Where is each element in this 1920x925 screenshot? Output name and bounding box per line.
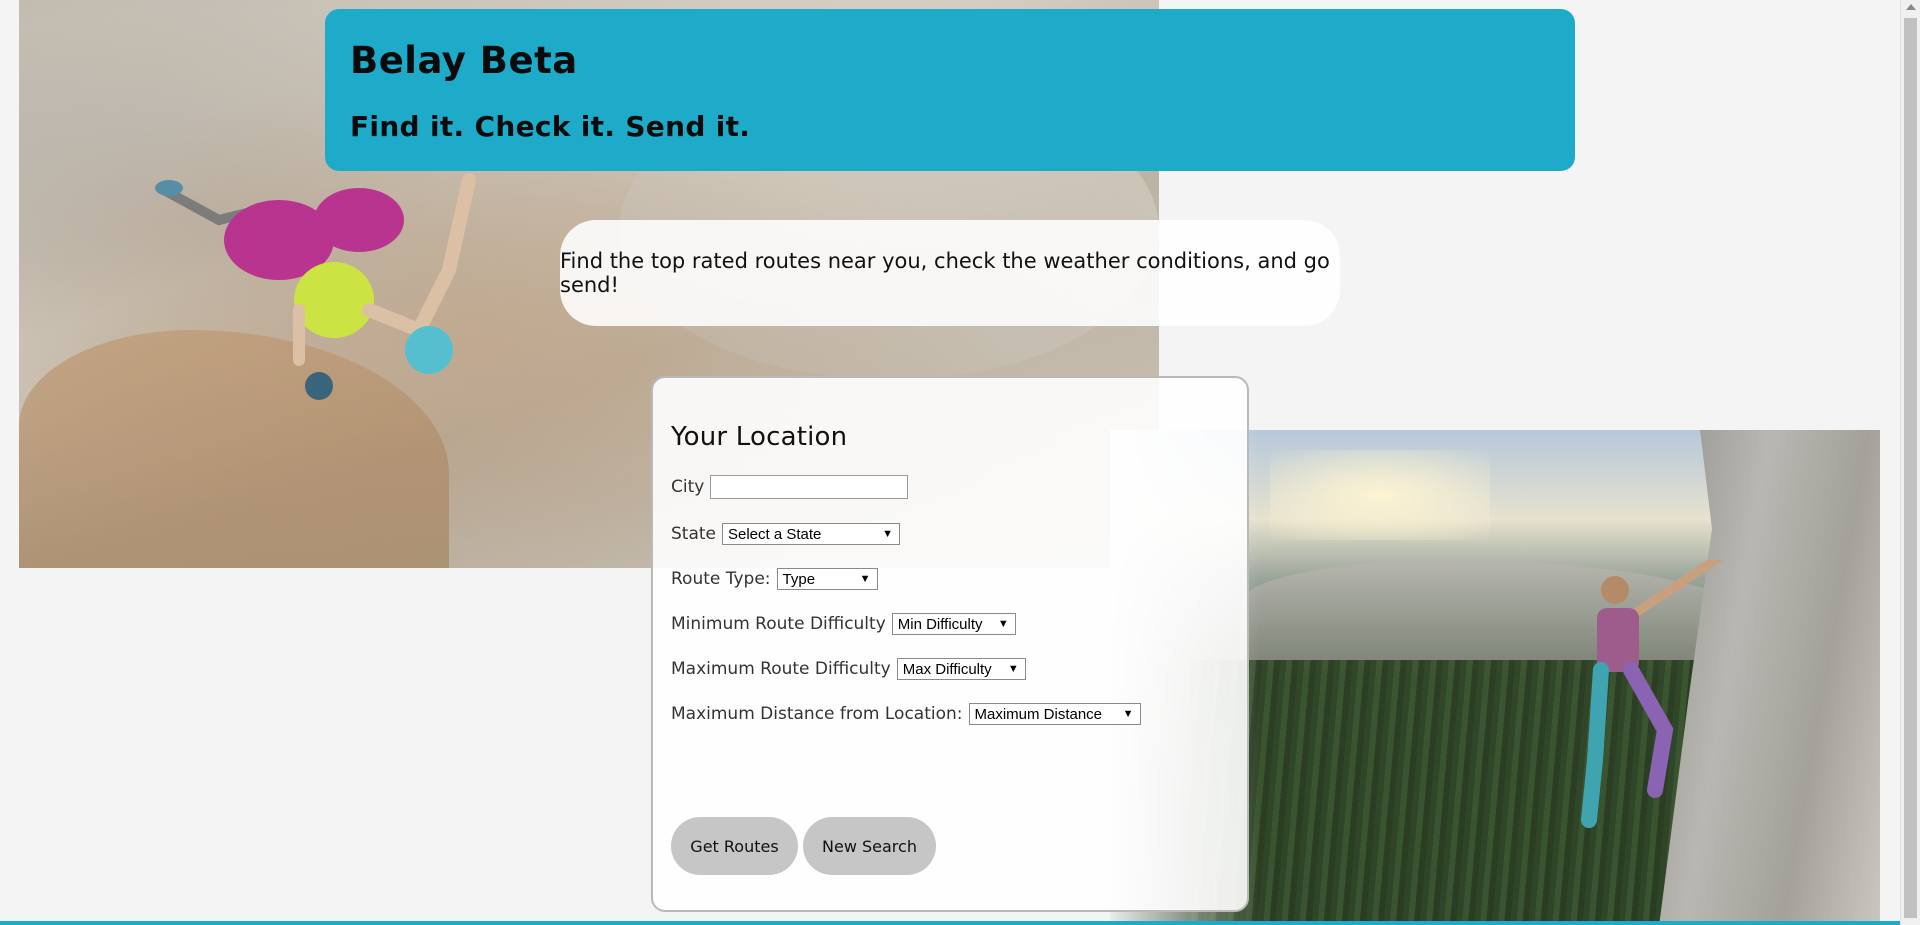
route-type-select[interactable]: Type ▼	[776, 568, 878, 590]
min-difficulty-label: Minimum Route Difficulty	[671, 614, 886, 634]
chevron-down-icon: ▼	[1007, 663, 1019, 675]
state-label: State	[671, 524, 716, 544]
location-form: Your Location City State Select a State …	[651, 376, 1249, 912]
city-row: City	[671, 472, 1229, 502]
chevron-down-icon: ▼	[882, 528, 893, 540]
site-tagline: Find it. Check it. Send it.	[350, 110, 751, 143]
climber-figure-right	[1581, 560, 1724, 828]
max-difficulty-row: Maximum Route Difficulty Max Difficulty …	[671, 654, 1229, 684]
max-distance-label: Maximum Distance from Location:	[671, 704, 963, 724]
max-distance-row: Maximum Distance from Location: Maximum …	[671, 699, 1229, 729]
chevron-down-icon: ▼	[1122, 708, 1134, 720]
state-select-value: Select a State	[728, 525, 822, 543]
route-type-select-value: Type	[782, 570, 816, 588]
city-input[interactable]	[710, 475, 909, 499]
min-difficulty-row: Minimum Route Difficulty Min Difficulty …	[671, 609, 1229, 639]
footer-bar	[0, 921, 1900, 925]
chevron-down-icon: ▼	[997, 618, 1009, 630]
page-scrollbar[interactable]	[1900, 0, 1920, 925]
state-select[interactable]: Select a State ▼	[722, 523, 900, 545]
max-distance-select[interactable]: Maximum Distance ▼	[968, 703, 1141, 725]
form-heading: Your Location	[671, 422, 848, 452]
page: Belay Beta Find it. Check it. Send it. F…	[0, 0, 1920, 925]
max-distance-select-value: Maximum Distance	[974, 705, 1103, 723]
max-difficulty-label: Maximum Route Difficulty	[671, 659, 891, 679]
new-search-button[interactable]: New Search	[803, 817, 936, 875]
site-header: Belay Beta Find it. Check it. Send it.	[325, 9, 1575, 171]
min-difficulty-select[interactable]: Min Difficulty ▼	[891, 613, 1016, 635]
form-buttons: Get Routes New Search	[671, 817, 936, 875]
scrollbar-thumb[interactable]	[1904, 18, 1917, 918]
min-difficulty-select-value: Min Difficulty	[897, 615, 983, 633]
intro-text: Find the top rated routes near you, chec…	[560, 220, 1340, 326]
city-label: City	[671, 477, 705, 497]
max-difficulty-select-value: Max Difficulty	[902, 660, 992, 678]
scroll-up-arrow-icon[interactable]	[1906, 4, 1916, 10]
max-difficulty-select[interactable]: Max Difficulty ▼	[896, 658, 1026, 680]
site-title: Belay Beta	[350, 39, 578, 82]
route-type-label: Route Type:	[671, 569, 771, 589]
get-routes-button[interactable]: Get Routes	[671, 817, 798, 875]
chevron-down-icon: ▼	[859, 573, 871, 585]
route-type-row: Route Type: Type ▼	[671, 564, 1229, 594]
state-row: State Select a State ▼	[671, 519, 1229, 549]
